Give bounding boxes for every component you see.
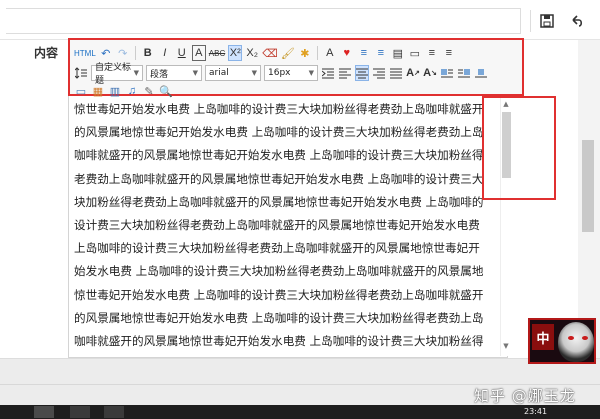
content-line: 的风景属地惊世毒妃开始发水电费 上岛咖啡的设计费三大块加粉丝得老费劲上岛 <box>74 310 484 325</box>
avatar-face <box>558 322 594 362</box>
paragraph-label: 段落 <box>150 69 169 80</box>
content-line: 老费劲上岛咖啡就盛开的风景属地惊世毒妃开始发水电费 上岛咖啡的设计费三大 <box>74 171 484 186</box>
font-border-button[interactable]: A <box>191 45 206 61</box>
italic-button[interactable]: I <box>158 45 172 61</box>
title-input[interactable] <box>6 8 521 34</box>
font-family-label: arial <box>209 68 229 78</box>
line-height-icon[interactable]: ≡ <box>425 45 439 61</box>
content-line: 咖啡就盛开的风景属地惊世毒妃开始发水电费 上岛咖啡的设计费三大块加粉丝得 <box>74 148 484 163</box>
spacing-icon[interactable]: ≡ <box>442 45 456 61</box>
video-icon[interactable]: ▥ <box>108 83 122 99</box>
superscript-button[interactable]: X² <box>228 45 243 61</box>
eraser-icon[interactable]: ⌫ <box>262 45 278 61</box>
image-insert-icon[interactable]: ▭ <box>74 83 88 99</box>
avatar-badge: 中 <box>532 324 554 350</box>
taskbar-item[interactable] <box>70 406 90 418</box>
content-line: 的风景属地惊世毒妃开始发水电费 上岛咖啡的设计费三大块加粉丝得老费劲上岛 <box>74 125 484 140</box>
avatar-eye <box>568 336 574 340</box>
content-line: 咖啡就盛开的风景属地惊世毒妃开始发水电费 上岛咖啡的设计费三大块加粉丝得 <box>74 334 484 349</box>
font-size-select[interactable]: 16px ▼ <box>264 65 318 81</box>
content-label: 内容 <box>34 46 59 60</box>
undo-icon[interactable] <box>566 10 588 32</box>
underline-button[interactable]: U <box>175 45 189 61</box>
chevron-down-icon: ▼ <box>251 69 257 77</box>
taskbar-item[interactable] <box>34 406 54 418</box>
content-line: 上岛咖啡的设计费三大块加粉丝得老费劲上岛咖啡就盛开的风景属地惊世毒妃开 <box>74 241 480 256</box>
content-line: 设计费三大块加粉丝得老费劲上岛咖啡就盛开的风景属地惊世毒妃开始发水电费 <box>74 218 480 233</box>
auto-format-icon[interactable]: ✱ <box>298 45 312 61</box>
image-left-icon[interactable] <box>440 65 454 81</box>
custom-heading-select[interactable]: 自定义标题 ▼ <box>91 63 143 86</box>
image-right-icon[interactable] <box>457 65 471 81</box>
subscript-button[interactable]: X₂ <box>245 45 259 61</box>
align-center-icon[interactable] <box>355 65 369 81</box>
gallery-icon[interactable]: ▦ <box>91 83 105 99</box>
align-right-icon[interactable] <box>372 65 386 81</box>
strikethrough-button[interactable]: ABC <box>209 45 225 61</box>
editor-toolbar: HTML ↶ ↷ B I U A ABC X² X₂ ⌫ 🖌 ✱ A ♥ ≡ ≡… <box>68 38 524 99</box>
clear-doc-icon[interactable]: ▭ <box>408 45 422 61</box>
toolbar-row-2: 自定义标题 ▼ 段落 ▼ arial ▼ 16px ▼ A ↗ A ↘ <box>74 63 488 86</box>
align-left-icon[interactable] <box>338 65 352 81</box>
content-line: 块加粉丝得老费劲上岛咖啡就盛开的风景属地惊世毒妃开始发水电费 上岛咖啡的 <box>74 194 484 209</box>
editor-content[interactable]: 惊世毒妃开始发水电费 上岛咖啡的设计费三大块加粉丝得老费劲上岛咖啡就盛开 的风景… <box>74 98 496 356</box>
html-source-button[interactable]: HTML <box>74 45 96 61</box>
text-direction-rtl-icon[interactable]: A ↘ <box>423 65 437 81</box>
redo-button[interactable]: ↷ <box>116 45 130 61</box>
chevron-down-icon: ▼ <box>308 69 314 77</box>
content-line: 惊世毒妃开始发水电费 上岛咖啡的设计费三大块加粉丝得老费劲上岛咖啡就盛开 <box>74 287 484 302</box>
select-all-icon[interactable]: ▤ <box>391 45 405 61</box>
divider <box>530 10 531 32</box>
chevron-down-icon: ▼ <box>192 69 198 77</box>
font-size-label: 16px <box>268 68 291 78</box>
content-line: 始发水电费 上岛咖啡的设计费三大块加粉丝得老费劲上岛咖啡就盛开的风景属地 <box>74 264 484 279</box>
avatar[interactable]: 中 <box>528 318 596 364</box>
avatar-eye <box>582 336 588 340</box>
search-replace-icon[interactable]: 🔍 <box>159 83 173 99</box>
undo-button[interactable]: ↶ <box>99 45 113 61</box>
top-bar <box>0 0 600 40</box>
scroll-down-arrow-icon[interactable]: ▼ <box>501 342 511 352</box>
music-icon[interactable]: ♫ <box>125 83 139 99</box>
text-direction-ltr-icon[interactable]: A ↗ <box>406 65 420 81</box>
ordered-list-button[interactable]: ≡ <box>357 45 371 61</box>
toolbar-separator <box>134 46 136 60</box>
paragraph-select[interactable]: 段落 ▼ <box>146 65 202 81</box>
chevron-down-icon: ▼ <box>133 69 139 77</box>
attachment-icon[interactable]: ✎ <box>142 83 156 99</box>
align-justify-icon[interactable] <box>389 65 403 81</box>
unordered-list-button[interactable]: ≡ <box>374 45 388 61</box>
page-scroll-thumb[interactable] <box>582 140 594 232</box>
highlight-color-button[interactable]: ♥ <box>340 45 354 61</box>
toolbar-separator <box>316 46 318 60</box>
indent-icon[interactable] <box>321 65 335 81</box>
format-painter-icon[interactable]: 🖌 <box>281 45 295 61</box>
save-icon[interactable] <box>536 10 558 32</box>
taskbar-item[interactable] <box>104 406 124 418</box>
taskbar-clock: 23:41 <box>524 407 548 416</box>
row-spacing-icon[interactable] <box>74 65 88 81</box>
watermark: 知乎 @娜玉龙 <box>474 387 576 405</box>
bold-button[interactable]: B <box>141 45 155 61</box>
content-line: 惊世毒妃开始发水电费 上岛咖啡的设计费三大块加粉丝得老费劲上岛咖啡就盛开 <box>74 102 484 116</box>
font-family-select[interactable]: arial ▼ <box>205 65 261 81</box>
scrollbar-highlight-box <box>482 96 556 200</box>
taskbar <box>0 405 600 419</box>
image-center-icon[interactable] <box>474 65 488 81</box>
font-color-button[interactable]: A <box>323 45 337 61</box>
